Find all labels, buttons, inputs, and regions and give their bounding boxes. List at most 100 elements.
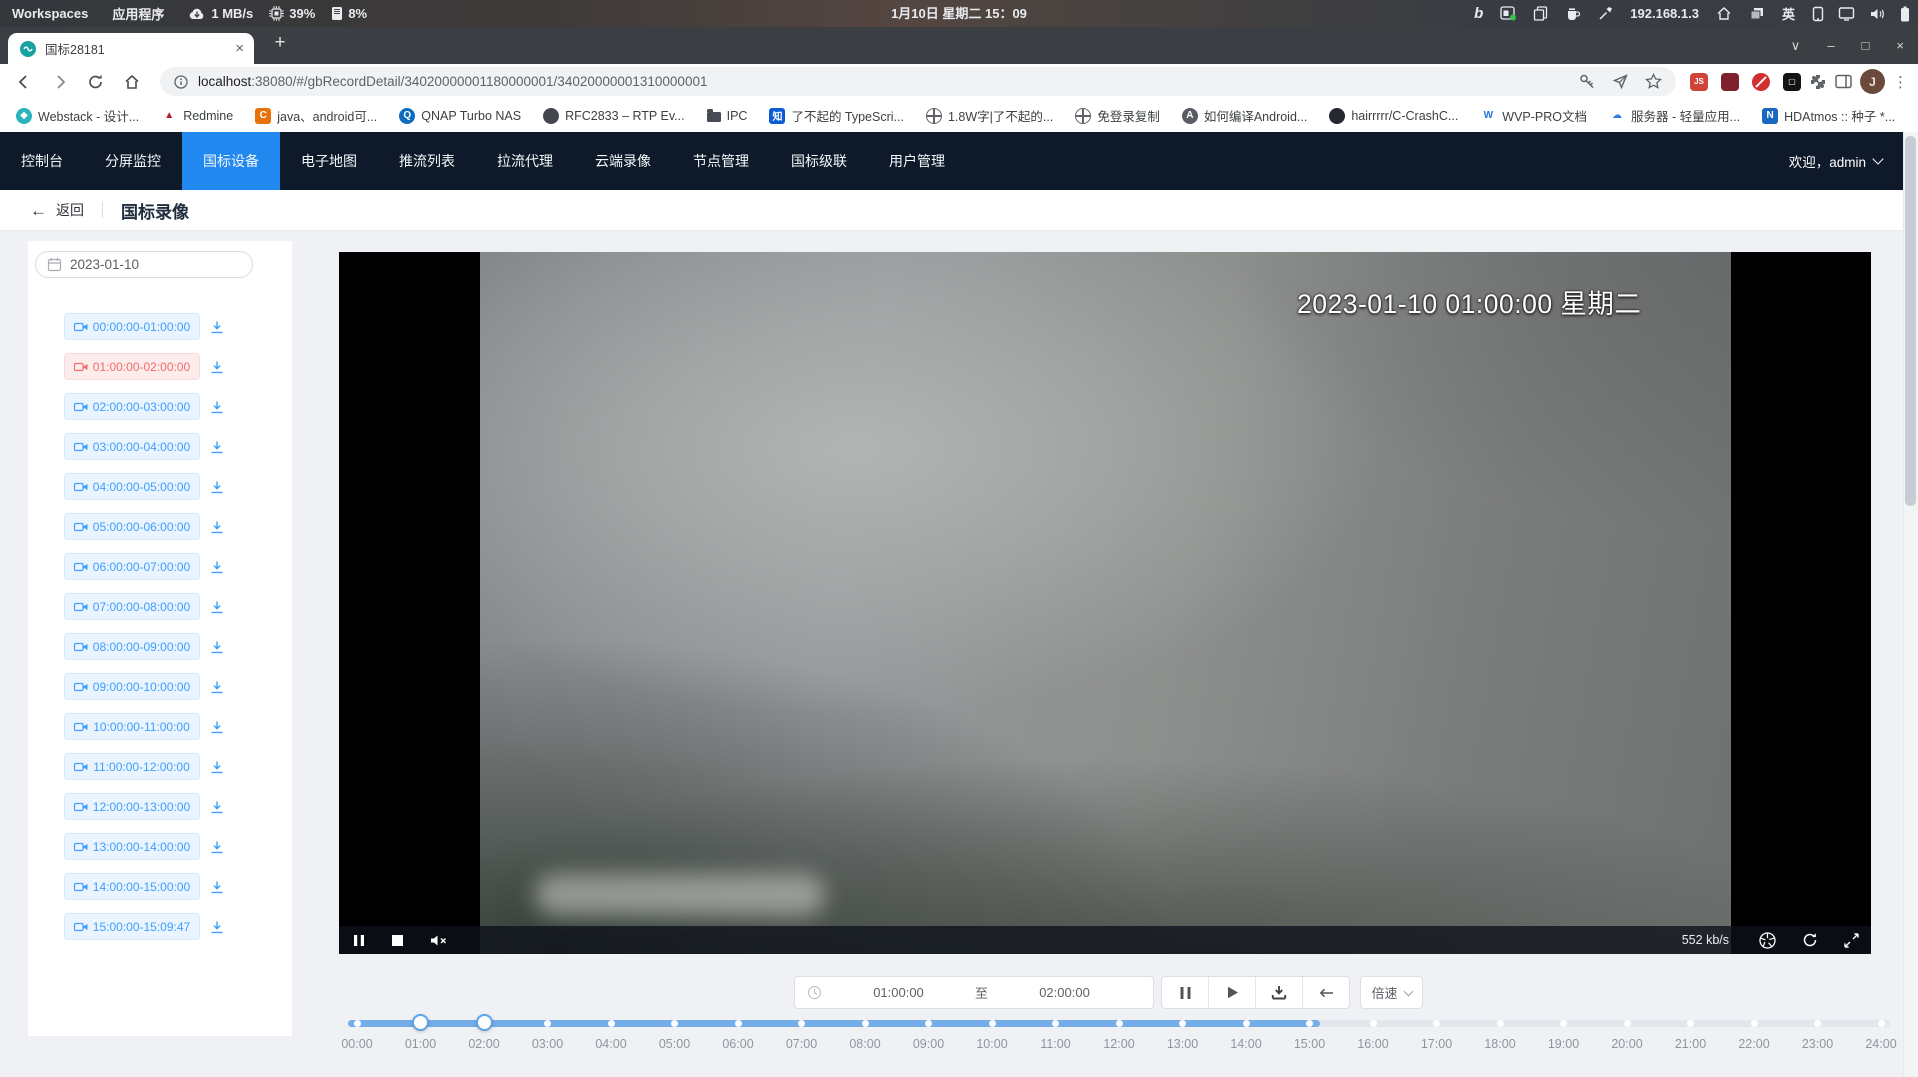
blocker-extension-icon[interactable] xyxy=(1752,73,1770,91)
snapshot-aperture-icon[interactable] xyxy=(1759,932,1776,949)
input-method-indicator[interactable]: 英 xyxy=(1782,4,1795,23)
record-download-button[interactable] xyxy=(206,556,228,578)
browser-tab[interactable]: 国标28181 × xyxy=(8,33,254,64)
date-picker-input[interactable]: 2023-01-10 xyxy=(35,251,253,278)
record-clip-button[interactable]: 07:00:00-08:00:00 xyxy=(64,593,200,620)
player-pause-icon[interactable] xyxy=(353,934,365,947)
record-clip-button[interactable]: 08:00:00-09:00:00 xyxy=(64,633,200,660)
fullscreen-icon[interactable] xyxy=(1844,933,1859,948)
reload-icon[interactable] xyxy=(82,68,110,96)
nav-tab-6[interactable]: 云端录像 xyxy=(574,132,672,190)
player-refresh-icon[interactable] xyxy=(1802,932,1818,948)
record-clip-button[interactable]: 10:00:00-11:00:00 xyxy=(64,713,200,740)
bookmark-item[interactable]: hairrrrr/C-CrashC... xyxy=(1329,108,1458,124)
page-scrollbar-thumb[interactable] xyxy=(1905,136,1916,506)
notes-app-icon[interactable] xyxy=(1500,6,1516,21)
record-download-button[interactable] xyxy=(206,436,228,458)
share-icon[interactable] xyxy=(1612,73,1629,90)
seek-back-button[interactable] xyxy=(1303,977,1349,1008)
clipboard-icon[interactable] xyxy=(1533,6,1548,21)
record-download-button[interactable] xyxy=(206,316,228,338)
profile-avatar[interactable]: J xyxy=(1860,69,1885,94)
extensions-puzzle-icon[interactable] xyxy=(1809,73,1827,91)
nav-tab-0[interactable]: 控制台 xyxy=(0,132,84,190)
bookmark-item[interactable]: 知了不起的 TypeScri... xyxy=(769,106,904,125)
timeline-handle[interactable] xyxy=(412,1014,429,1031)
tab-close-icon[interactable]: × xyxy=(235,41,244,56)
nav-tab-3[interactable]: 电子地图 xyxy=(280,132,378,190)
bookmark-star-icon[interactable] xyxy=(1645,73,1662,90)
new-tab-button[interactable]: + xyxy=(266,29,294,57)
wine-extension-icon[interactable] xyxy=(1721,73,1739,91)
bookmark-item[interactable]: ▲Redmine xyxy=(161,108,233,124)
nav-tab-9[interactable]: 用户管理 xyxy=(868,132,966,190)
record-clip-button[interactable]: 09:00:00-10:00:00 xyxy=(64,673,200,700)
site-info-icon[interactable] xyxy=(174,75,188,89)
pause-button[interactable] xyxy=(1162,977,1209,1008)
window-minimize-icon[interactable]: – xyxy=(1827,38,1834,53)
record-download-button[interactable] xyxy=(206,836,228,858)
record-download-button[interactable] xyxy=(206,756,228,778)
ip-address[interactable]: 192.168.1.3 xyxy=(1630,6,1699,21)
home-icon[interactable] xyxy=(1716,6,1732,21)
range-end-time[interactable]: 02:00:00 xyxy=(988,985,1141,1000)
bookmark-item[interactable]: RFC2833 – RTP Ev... xyxy=(543,108,685,124)
bookmark-item[interactable]: ◆Webstack - 设计... xyxy=(16,106,139,125)
time-range-input[interactable]: 01:00:00 至 02:00:00 xyxy=(794,976,1154,1009)
video-player[interactable]: 2023-01-10 01:00:00 星期二 552 kb/s xyxy=(339,252,1871,954)
record-download-button[interactable] xyxy=(206,356,228,378)
bookmark-item[interactable]: IPC xyxy=(707,109,748,123)
record-clip-button[interactable]: 02:00:00-03:00:00 xyxy=(64,393,200,420)
volume-icon[interactable] xyxy=(1869,7,1886,21)
record-download-button[interactable] xyxy=(206,596,228,618)
browser-menu-icon[interactable]: ⋮ xyxy=(1893,73,1908,91)
player-mute-icon[interactable] xyxy=(430,934,448,947)
bookmark-item[interactable]: ☁服务器 - 轻量应用... xyxy=(1609,106,1740,125)
record-download-button[interactable] xyxy=(206,676,228,698)
record-download-button[interactable] xyxy=(206,716,228,738)
bookmark-item[interactable]: A如何编译Android... xyxy=(1182,106,1308,125)
window-close-icon[interactable]: × xyxy=(1896,38,1904,53)
record-clip-button[interactable]: 15:00:00-15:09:47 xyxy=(64,913,200,940)
range-start-time[interactable]: 01:00:00 xyxy=(822,985,975,1000)
tab-search-icon[interactable]: ∨ xyxy=(1791,38,1801,54)
bookmark-item[interactable]: 免登录复制 xyxy=(1075,106,1160,125)
bookmark-item[interactable]: Cjava、android可... xyxy=(255,106,377,125)
home-icon[interactable] xyxy=(118,68,146,96)
bookmark-item[interactable]: 1.8W字|了不起的... xyxy=(926,106,1053,125)
timeline-handle[interactable] xyxy=(476,1014,493,1031)
back-icon[interactable] xyxy=(10,68,38,96)
system-clock[interactable]: 1月10日 星期二 15：09 xyxy=(891,0,1027,27)
side-panel-icon[interactable] xyxy=(1835,74,1852,89)
screenshot-extension-icon[interactable]: ▢ xyxy=(1783,73,1801,91)
record-clip-button[interactable]: 04:00:00-05:00:00 xyxy=(64,473,200,500)
user-menu[interactable]: 欢迎，admin xyxy=(1789,132,1882,190)
window-maximize-icon[interactable]: □ xyxy=(1862,38,1870,53)
js-extension-icon[interactable]: JS xyxy=(1690,73,1708,91)
phone-icon[interactable] xyxy=(1812,6,1824,22)
record-clip-button[interactable]: 03:00:00-04:00:00 xyxy=(64,433,200,460)
display-icon[interactable] xyxy=(1838,6,1855,21)
forward-icon[interactable] xyxy=(46,68,74,96)
record-download-button[interactable] xyxy=(206,916,228,938)
battery-icon[interactable] xyxy=(1900,6,1910,22)
color-picker-icon[interactable] xyxy=(1598,6,1613,21)
player-stop-icon[interactable] xyxy=(392,935,403,946)
record-clip-button[interactable]: 05:00:00-06:00:00 xyxy=(64,513,200,540)
nav-tab-2[interactable]: 国标设备 xyxy=(182,132,280,190)
play-button[interactable] xyxy=(1209,977,1256,1008)
record-clip-button[interactable]: 11:00:00-12:00:00 xyxy=(64,753,200,780)
window-stack-icon[interactable] xyxy=(1749,6,1765,21)
record-clip-button[interactable]: 13:00:00-14:00:00 xyxy=(64,833,200,860)
record-download-button[interactable] xyxy=(206,476,228,498)
nav-tab-7[interactable]: 节点管理 xyxy=(672,132,770,190)
record-clip-button[interactable]: 12:00:00-13:00:00 xyxy=(64,793,200,820)
record-clip-button[interactable]: 00:00:00-01:00:00 xyxy=(64,313,200,340)
record-clip-button[interactable]: 14:00:00-15:00:00 xyxy=(64,873,200,900)
record-download-button[interactable] xyxy=(206,516,228,538)
record-clip-button[interactable]: 06:00:00-07:00:00 xyxy=(64,553,200,580)
bookmark-item[interactable]: QQNAP Turbo NAS xyxy=(399,108,521,124)
nav-tab-4[interactable]: 推流列表 xyxy=(378,132,476,190)
bing-icon[interactable]: b xyxy=(1474,5,1483,22)
address-bar[interactable]: localhost:38080/#/gbRecordDetail/3402000… xyxy=(160,67,1676,96)
